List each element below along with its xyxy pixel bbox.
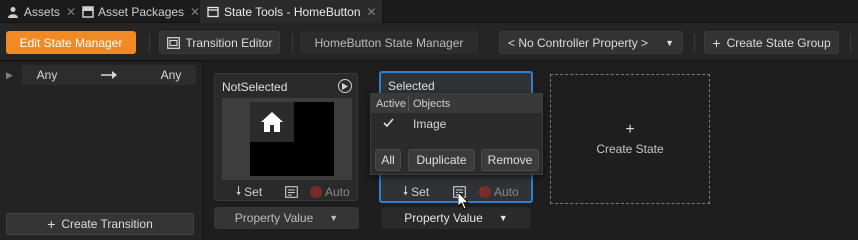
tab-label: Assets [23, 4, 60, 19]
state-objects-popup: Active Objects Image All Duplicate Remov… [370, 93, 543, 175]
remove-button[interactable]: Remove [481, 149, 539, 171]
transitions-panel: ▶ Any Any + Create Transition [0, 62, 203, 240]
create-transition-button[interactable]: + Create Transition [6, 213, 194, 235]
state-card-notselected[interactable]: NotSelected 🠗 Set Auto [214, 73, 358, 201]
mouse-cursor-icon [457, 191, 470, 213]
plus-icon: + [625, 121, 635, 138]
arrow-down-icon: 🠗 [403, 183, 409, 198]
plus-icon: + [47, 216, 56, 232]
tab-label: Asset Packages [98, 4, 185, 19]
user-icon [6, 5, 20, 19]
arrow-right-icon [72, 65, 146, 85]
transition-editor-icon [166, 36, 180, 49]
state-title: Selected [388, 79, 435, 93]
checkmark-icon[interactable] [383, 117, 394, 131]
transition-from-state: Any [22, 65, 72, 85]
home-icon [250, 102, 294, 142]
arrow-down-icon: 🠗 [236, 183, 242, 198]
create-transition-label: Create Transition [61, 217, 153, 231]
transition-to-state: Any [146, 65, 196, 85]
edit-state-manager-button[interactable]: Edit State Manager [6, 31, 136, 54]
state-preview-thumbnail [222, 98, 352, 180]
transition-editor-button[interactable]: Transition Editor [159, 31, 280, 54]
create-state-group-button[interactable]: + Create State Group [704, 31, 839, 54]
package-icon [82, 5, 94, 19]
controller-property-value: < No Controller Property > [508, 35, 649, 50]
tab-asset-packages[interactable]: Asset Packages ✕ [76, 0, 200, 23]
property-value-dropdown[interactable]: Property Value ▼ [382, 207, 530, 229]
state-card-footer: 🠗 Set Auto [215, 183, 359, 201]
toolbar-divider [694, 33, 695, 53]
auto-record-toggle[interactable]: Auto [479, 185, 519, 199]
column-header-active[interactable]: Active [376, 98, 406, 110]
property-value-dropdown[interactable]: Property Value ▼ [214, 207, 359, 229]
property-value-label: Property Value [234, 211, 314, 225]
object-list-icon[interactable] [285, 186, 298, 201]
duplicate-button[interactable]: Duplicate [408, 149, 475, 171]
list-item[interactable]: Image [371, 115, 542, 133]
set-button[interactable]: 🠗 Set [403, 182, 429, 203]
expand-arrow-icon[interactable]: ▶ [6, 70, 22, 81]
tab-assets[interactable]: Assets ✕ [0, 0, 76, 23]
property-value-label: Property Value [404, 211, 483, 225]
chevron-down-icon: ▼ [498, 213, 508, 223]
toolbar-divider [850, 33, 851, 53]
close-icon[interactable]: ✕ [367, 5, 377, 19]
state-manager-name-field[interactable]: HomeButton State Manager [300, 31, 478, 54]
tab-state-tools[interactable]: State Tools - HomeButton ✕ [200, 0, 382, 23]
state-card-footer: 🠗 Set Auto [381, 183, 531, 201]
column-header-objects[interactable]: Objects [413, 98, 450, 110]
column-divider [408, 96, 409, 111]
auto-record-toggle[interactable]: Auto [310, 185, 350, 199]
transition-editor-label: Transition Editor [185, 35, 273, 50]
plus-icon: + [712, 34, 721, 51]
record-icon [479, 186, 491, 198]
close-icon[interactable]: ✕ [190, 5, 200, 19]
set-label: Set [411, 185, 430, 199]
transition-row[interactable]: ▶ Any Any [6, 65, 196, 85]
tab-label: State Tools - HomeButton [224, 4, 361, 19]
object-name: Image [413, 117, 447, 131]
select-all-button[interactable]: All [375, 149, 401, 171]
create-state-label: Create State [596, 142, 664, 156]
auto-label: Auto [325, 185, 350, 199]
state-tools-toolbar: Edit State Manager Transition Editor Hom… [0, 23, 858, 61]
close-icon[interactable]: ✕ [66, 5, 76, 19]
set-label: Set [244, 185, 263, 199]
create-state-placeholder[interactable]: + Create State [550, 74, 710, 204]
toolbar-divider [292, 33, 293, 53]
controller-property-dropdown[interactable]: < No Controller Property > ▼ [499, 31, 683, 54]
chevron-down-icon: ▼ [665, 37, 674, 48]
record-icon [310, 186, 322, 198]
create-state-group-label: Create State Group [726, 35, 831, 50]
auto-label: Auto [494, 185, 519, 199]
chevron-down-icon: ▼ [329, 213, 339, 223]
state-title: NotSelected [222, 80, 288, 94]
popup-header: Active Objects [371, 94, 542, 113]
document-tab-bar: Assets ✕ Asset Packages ✕ State Tools - … [0, 0, 858, 23]
play-icon[interactable] [338, 79, 352, 93]
set-button[interactable]: 🠗 Set [236, 182, 262, 203]
toolbar-divider [149, 33, 150, 53]
window-icon [206, 5, 220, 19]
